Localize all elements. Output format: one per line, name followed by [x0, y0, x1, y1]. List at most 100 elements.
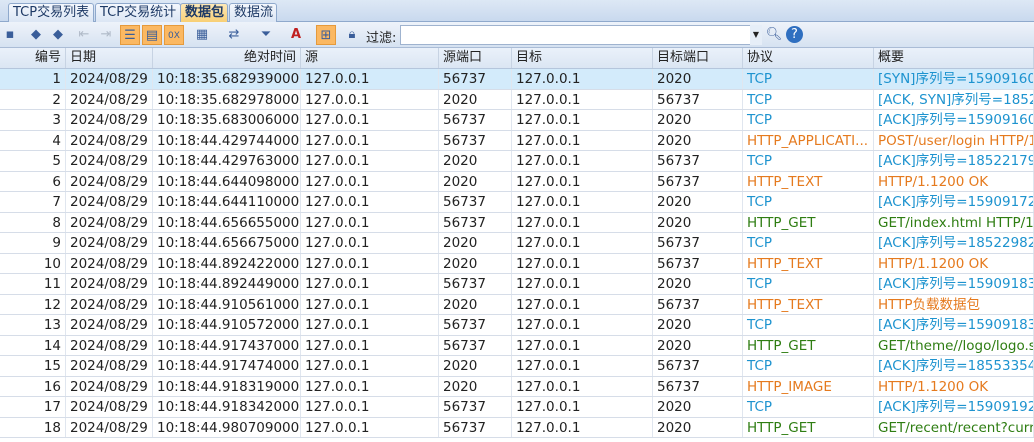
cell-date: 2024/08/29	[66, 356, 153, 376]
cell-source-port: 56737	[439, 110, 512, 130]
column-destination-header[interactable]: 目标	[512, 48, 653, 68]
table-row[interactable]: 14 2024/08/29 10:18:44.917437000 127.0.0.1 5…	[0, 335, 1034, 356]
column-destination-port-header[interactable]: 目标端口	[653, 48, 743, 68]
cell-source-port: 2020	[439, 294, 512, 314]
cell-destination: 127.0.0.1	[512, 356, 653, 376]
cell-summary: [ACK]序列号=159091928	[874, 397, 1034, 417]
cell-source-port: 56737	[439, 397, 512, 417]
forward-arrow-icon[interactable]: ◆	[48, 25, 68, 45]
back-arrow-icon[interactable]: ◆	[26, 25, 46, 45]
column-summary-header[interactable]: 概要	[874, 48, 1034, 68]
cell-summary: HTTP/1.1200 OK	[874, 171, 1034, 191]
table-row[interactable]: 4 2024/08/29 10:18:44.429744000 127.0.0.1 56…	[0, 130, 1034, 151]
cell-destination-port: 2020	[653, 335, 743, 355]
cell-protocol: HTTP_GET	[743, 335, 874, 355]
cell-destination-port: 2020	[653, 417, 743, 437]
cell-summary: GET/theme//logo/logo.sv	[874, 335, 1034, 355]
cell-destination-port: 2020	[653, 212, 743, 232]
cell-summary: [ACK, SYN]序列号=18522	[874, 89, 1034, 109]
cell-source: 127.0.0.1	[301, 376, 439, 396]
list-view-icon[interactable]: ☰	[120, 25, 140, 45]
tab-packets[interactable]: 数据包	[180, 3, 228, 22]
tab-data-flow[interactable]: 数据流	[229, 3, 277, 22]
cell-source-port: 56737	[439, 274, 512, 294]
column-source-header[interactable]: 源	[301, 48, 439, 68]
cell-source-port: 56737	[439, 335, 512, 355]
save-icon[interactable]: ▪	[0, 25, 20, 45]
search-icon[interactable]: 🔍︎	[764, 25, 784, 45]
last-page-icon[interactable]: ⇥	[96, 25, 116, 45]
cell-source-port: 2020	[439, 171, 512, 191]
cell-date: 2024/08/29	[66, 171, 153, 191]
help-icon[interactable]: ?	[786, 26, 803, 43]
cell-source-port: 2020	[439, 253, 512, 273]
cell-absolute-time: 10:18:44.644110000	[153, 192, 301, 212]
column-source-port-header[interactable]: 源端口	[439, 48, 512, 68]
table-row[interactable]: 6 2024/08/29 10:18:44.644098000 127.0.0.1 20…	[0, 171, 1034, 192]
cell-destination: 127.0.0.1	[512, 274, 653, 294]
cell-destination: 127.0.0.1	[512, 69, 653, 89]
column-date-header[interactable]: 日期	[66, 48, 153, 68]
column-absolute-time-header[interactable]: 绝对时间	[153, 48, 301, 68]
table-row[interactable]: 5 2024/08/29 10:18:44.429763000 127.0.0.1 20…	[0, 151, 1034, 172]
table-row[interactable]: 7 2024/08/29 10:18:44.644110000 127.0.0.1 56…	[0, 192, 1034, 213]
tab-tcp-transaction-list[interactable]: TCP交易列表	[8, 3, 94, 22]
table-row[interactable]: 18 2024/08/29 10:18:44.980709000 127.0.0.1 5…	[0, 417, 1034, 438]
cell-source: 127.0.0.1	[301, 212, 439, 232]
export-icon[interactable]: ⇄	[224, 25, 244, 45]
table-row[interactable]: 2 2024/08/29 10:18:35.682978000 127.0.0.1 20…	[0, 89, 1034, 110]
table-row[interactable]: 13 2024/08/29 10:18:44.910572000 127.0.0.1 5…	[0, 315, 1034, 336]
cell-number: 17	[0, 397, 66, 417]
table-row[interactable]: 12 2024/08/29 10:18:44.910561000 127.0.0.1 2…	[0, 294, 1034, 315]
tab-tcp-transaction-stats[interactable]: TCP交易统计	[95, 3, 181, 22]
cell-protocol: TCP	[743, 151, 874, 171]
cell-absolute-time: 10:18:44.656675000	[153, 233, 301, 253]
cell-source-port: 2020	[439, 89, 512, 109]
cell-protocol: TCP	[743, 69, 874, 89]
cell-source: 127.0.0.1	[301, 130, 439, 150]
cell-destination-port: 2020	[653, 130, 743, 150]
table-row[interactable]: 11 2024/08/29 10:18:44.892449000 127.0.0.1 5…	[0, 274, 1034, 295]
cell-source-port: 56737	[439, 315, 512, 335]
cell-destination-port: 2020	[653, 274, 743, 294]
first-page-icon[interactable]: ⇤	[74, 25, 94, 45]
cell-source-port: 2020	[439, 376, 512, 396]
table-row[interactable]: 16 2024/08/29 10:18:44.918319000 127.0.0.1 2…	[0, 376, 1034, 397]
cell-number: 15	[0, 356, 66, 376]
cell-destination-port: 56737	[653, 294, 743, 314]
table-row[interactable]: 15 2024/08/29 10:18:44.917474000 127.0.0.1 2…	[0, 356, 1034, 377]
cell-source: 127.0.0.1	[301, 151, 439, 171]
table-row[interactable]: 17 2024/08/29 10:18:44.918342000 127.0.0.1 5…	[0, 397, 1034, 418]
cell-source-port: 2020	[439, 356, 512, 376]
lock-icon[interactable]: 🔒︎	[342, 25, 362, 45]
column-number-header[interactable]: 编号	[0, 48, 66, 68]
cell-source-port: 56737	[439, 417, 512, 437]
columns-icon[interactable]: ▦	[192, 25, 212, 45]
filter-input[interactable]	[400, 25, 762, 45]
filter-dropdown-icon[interactable]: ▼	[750, 25, 762, 45]
column-protocol-header[interactable]: 协议	[743, 48, 874, 68]
cell-summary: GET/recent/recent?curren	[874, 417, 1034, 437]
cell-date: 2024/08/29	[66, 274, 153, 294]
cell-protocol: TCP	[743, 315, 874, 335]
cell-source-port: 56737	[439, 130, 512, 150]
cell-number: 7	[0, 192, 66, 212]
table-row[interactable]: 8 2024/08/29 10:18:44.656655000 127.0.0.1 56…	[0, 212, 1034, 233]
table-row[interactable]: 3 2024/08/29 10:18:35.683006000 127.0.0.1 56…	[0, 110, 1034, 131]
cell-source: 127.0.0.1	[301, 417, 439, 437]
table-row[interactable]: 9 2024/08/29 10:18:44.656675000 127.0.0.1 20…	[0, 233, 1034, 254]
cell-protocol: HTTP_TEXT	[743, 294, 874, 314]
table-row[interactable]: 10 2024/08/29 10:18:44.892422000 127.0.0.1 2…	[0, 253, 1034, 274]
table-row[interactable]: 1 2024/08/29 10:18:35.682939000 127.0.0.1 56…	[0, 69, 1034, 90]
cell-date: 2024/08/29	[66, 253, 153, 273]
encoding-icon[interactable]: A	[286, 25, 306, 45]
tree-icon[interactable]: ⊞	[316, 25, 336, 45]
detail-view-icon[interactable]: ▤	[142, 25, 162, 45]
cell-summary: GET/index.html HTTP/1.1	[874, 212, 1034, 232]
filter-add-icon[interactable]: ⏷	[256, 25, 276, 45]
packet-table: 1 2024/08/29 10:18:35.682939000 127.0.0.1 56…	[0, 69, 1034, 438]
cell-destination-port: 56737	[653, 171, 743, 191]
hex-view-icon[interactable]: 0X	[164, 25, 184, 45]
cell-summary: [ACK]序列号=18522982,确	[874, 233, 1034, 253]
cell-destination-port: 2020	[653, 110, 743, 130]
